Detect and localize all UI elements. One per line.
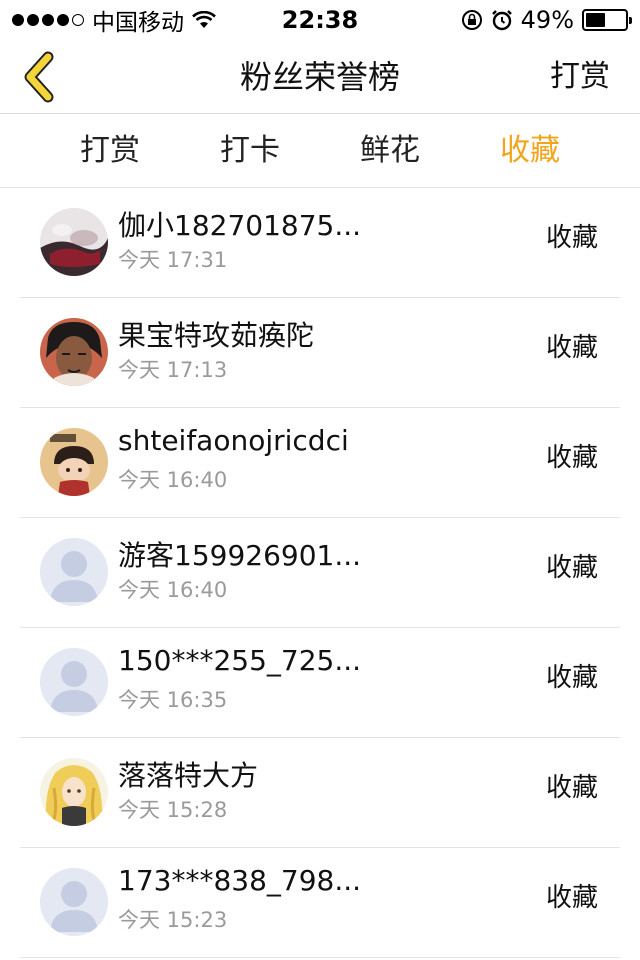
list-item[interactable]: 150***255_725... 今天 16:35 收藏 — [0, 628, 640, 738]
user-name: 伽小182701875... — [118, 209, 362, 242]
alarm-icon — [491, 10, 512, 31]
list-item[interactable]: 173***838_798... 今天 15:23 收藏 — [0, 848, 640, 958]
user-name: 150***255_725... — [118, 644, 362, 677]
item-time: 今天 15:28 — [118, 798, 228, 822]
photo-avatar — [40, 208, 108, 276]
orientation-lock-icon — [461, 10, 482, 30]
item-time: 今天 15:23 — [118, 908, 228, 932]
chevron-left-icon — [24, 51, 54, 103]
item-action: 收藏 — [545, 443, 598, 473]
cartoon-avatar — [40, 428, 108, 496]
list-item[interactable]: 游客159926901... 今天 16:40 收藏 — [0, 518, 640, 628]
user-name: 落落特大方 — [118, 759, 259, 792]
user-name: shteifaonojricdci — [118, 424, 349, 457]
anime-avatar — [40, 758, 108, 826]
item-time: 今天 16:40 — [118, 578, 228, 602]
item-action: 收藏 — [545, 773, 598, 803]
item-action: 收藏 — [545, 553, 598, 583]
user-name: 173***838_798... — [118, 864, 362, 897]
tab-flowers[interactable]: 鲜花 — [320, 114, 460, 187]
user-name: 游客159926901... — [118, 539, 362, 572]
nav-bar: 粉丝荣誉榜 打赏 — [0, 40, 640, 114]
page-title: 粉丝荣誉榜 — [239, 58, 400, 96]
status-right: 49% — [461, 0, 632, 40]
tab-favorites[interactable]: 收藏 — [460, 114, 600, 187]
item-time: 今天 17:31 — [118, 248, 228, 272]
default-user-avatar — [40, 538, 108, 606]
item-action: 收藏 — [545, 223, 598, 253]
item-time: 今天 16:35 — [118, 688, 228, 712]
item-action: 收藏 — [545, 333, 598, 363]
user-name: 果宝特攻茹痪陀 — [118, 319, 315, 352]
fan-list: 伽小182701875... 今天 17:31 收藏 果宝特攻茹痪陀 今天 17… — [0, 188, 640, 958]
item-time: 今天 17:13 — [118, 358, 228, 382]
reward-button[interactable]: 打赏 — [550, 40, 610, 114]
item-action: 收藏 — [545, 663, 598, 693]
list-item[interactable]: shteifaonojricdci 今天 16:40 收藏 — [0, 408, 640, 518]
back-button[interactable] — [14, 50, 62, 104]
battery-level — [586, 13, 605, 27]
battery-icon — [582, 9, 632, 31]
item-time: 今天 16:40 — [118, 468, 228, 492]
list-item[interactable]: 伽小182701875... 今天 17:31 收藏 — [0, 188, 640, 298]
default-user-avatar — [40, 648, 108, 716]
list-item[interactable]: 落落特大方 今天 15:28 收藏 — [0, 738, 640, 848]
tab-checkin[interactable]: 打卡 — [180, 114, 320, 187]
tab-bar: 打赏 打卡 鲜花 收藏 — [0, 114, 640, 188]
list-item[interactable]: 果宝特攻茹痪陀 今天 17:13 收藏 — [0, 298, 640, 408]
item-action: 收藏 — [545, 883, 598, 913]
illustration-avatar — [40, 318, 108, 386]
battery-percent: 49% — [520, 6, 574, 34]
default-user-avatar — [40, 868, 108, 936]
tab-reward[interactable]: 打赏 — [40, 114, 180, 187]
status-bar: 中国移动 22:38 49% — [0, 0, 640, 40]
